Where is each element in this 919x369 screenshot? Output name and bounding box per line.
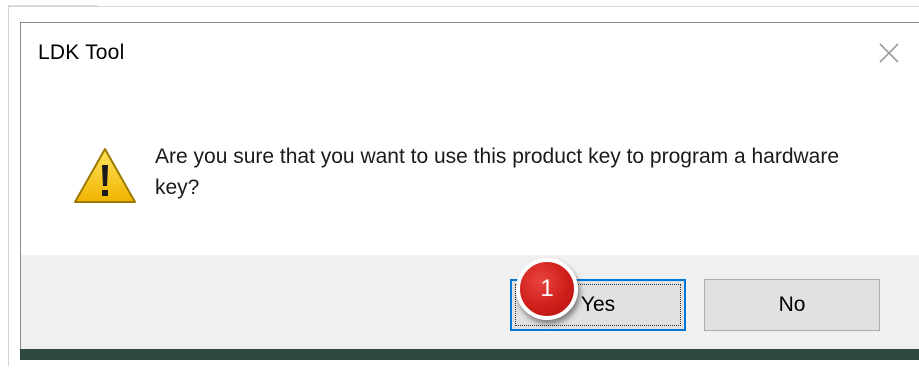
warning-icon xyxy=(73,147,137,205)
no-button[interactable]: No xyxy=(704,279,880,331)
dialog-title: LDK Tool xyxy=(38,41,125,64)
dialog-content: Are you sure that you want to use this p… xyxy=(21,83,919,255)
title-bar: LDK Tool xyxy=(21,23,919,83)
button-area: Yes No xyxy=(21,255,919,350)
no-button-label: No xyxy=(778,293,806,316)
yes-button-label: Yes xyxy=(580,293,616,316)
dialog-message: Are you sure that you want to use this p… xyxy=(155,145,840,199)
window-bottom-edge xyxy=(20,349,919,360)
close-button[interactable] xyxy=(873,37,905,69)
close-icon xyxy=(879,43,899,63)
step-number-badge: 1 xyxy=(516,258,578,320)
confirmation-dialog: LDK Tool Are you sure that you want to u… xyxy=(20,22,919,358)
